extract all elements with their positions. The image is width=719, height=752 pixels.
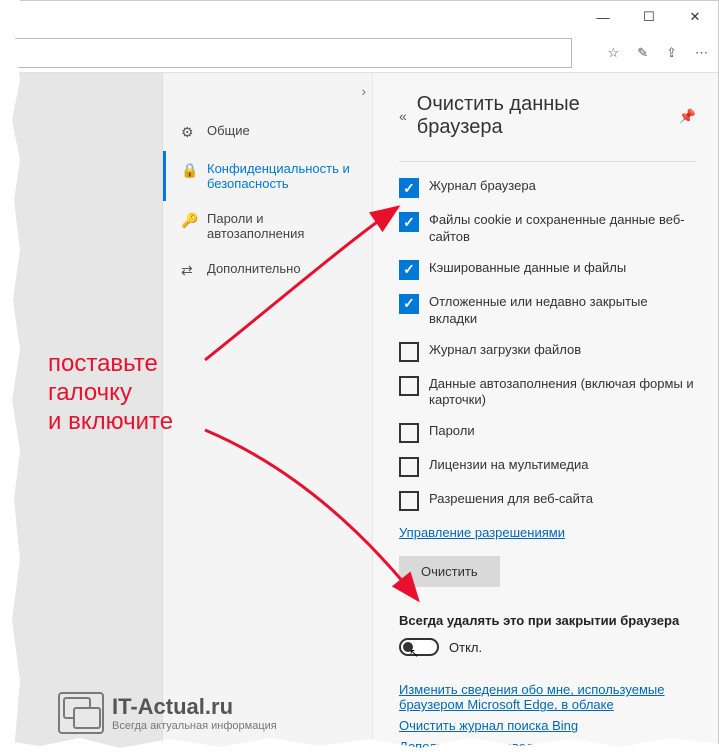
sidebar-item-label: Пароли и автозаполнения — [207, 211, 362, 241]
settings-sidebar: › ⚙ Общие 🔒 Конфиденциальность и безопас… — [163, 73, 373, 751]
sidebar-item-advanced[interactable]: ⇄ Дополнительно — [163, 251, 372, 289]
check-label: Журнал браузера — [429, 178, 536, 195]
divider — [399, 161, 696, 162]
check-row-site-permissions[interactable]: Разрешения для веб-сайта — [399, 491, 696, 511]
checkbox[interactable] — [399, 457, 419, 477]
check-label: Файлы cookie и сохраненные данные веб-са… — [429, 212, 696, 246]
nav-strip — [1, 73, 163, 751]
sidebar-item-label: Дополнительно — [207, 261, 301, 276]
checkbox[interactable] — [399, 491, 419, 511]
lock-icon: 🔒 — [181, 162, 197, 179]
check-row-media-licenses[interactable]: Лицензии на мультимедиа — [399, 457, 696, 477]
toolbar: ☆ ✎ ⇪ ⋯ — [1, 33, 718, 73]
minimize-button[interactable]: — — [580, 1, 626, 33]
sidebar-item-privacy[interactable]: 🔒 Конфиденциальность и безопасность — [163, 151, 372, 201]
always-clear-toggle-row: ↖ Откл. — [399, 638, 696, 656]
check-label: Разрешения для веб-сайта — [429, 491, 593, 508]
favorites-icon[interactable]: ☆ — [608, 45, 620, 61]
content: › ⚙ Общие 🔒 Конфиденциальность и безопас… — [1, 73, 718, 751]
check-row-browsing-history[interactable]: Журнал браузера — [399, 178, 696, 198]
panel-header: « Очистить данные браузера 📌 — [399, 93, 696, 139]
sidebar-item-label: Конфиденциальность и безопасность — [207, 161, 362, 191]
gear-icon: ⚙ — [181, 124, 197, 141]
check-row-autofill[interactable]: Данные автозаполнения (включая формы и к… — [399, 376, 696, 410]
checkbox[interactable] — [399, 178, 419, 198]
sidebar-item-label: Общие — [207, 123, 250, 138]
back-button[interactable]: « — [399, 108, 407, 124]
checkbox[interactable] — [399, 212, 419, 232]
checkbox[interactable] — [399, 342, 419, 362]
toggle-state-label: Откл. — [449, 640, 482, 655]
key-icon: 🔑 — [181, 212, 197, 229]
check-row-downloads[interactable]: Журнал загрузки файлов — [399, 342, 696, 362]
check-row-cached[interactable]: Кэшированные данные и файлы — [399, 260, 696, 280]
titlebar: — ☐ ✕ — [1, 1, 718, 33]
clear-data-panel: « Очистить данные браузера 📌 Журнал брау… — [373, 73, 718, 751]
checkbox[interactable] — [399, 376, 419, 396]
check-label: Лицензии на мультимедиа — [429, 457, 588, 474]
checkbox[interactable] — [399, 294, 419, 314]
checkbox[interactable] — [399, 423, 419, 443]
maximize-button[interactable]: ☐ — [626, 1, 672, 33]
always-clear-title: Всегда удалять это при закрытии браузера — [399, 613, 696, 628]
checkbox[interactable] — [399, 260, 419, 280]
pen-icon[interactable]: ✎ — [637, 45, 648, 61]
check-label: Отложенные или недавно закрытые вкладки — [429, 294, 696, 328]
clear-bing-link[interactable]: Очистить журнал поиска Bing — [399, 718, 696, 733]
change-info-link[interactable]: Изменить сведения обо мне, используемые … — [399, 682, 696, 712]
chevron-right-icon[interactable]: › — [361, 83, 366, 99]
sidebar-item-passwords[interactable]: 🔑 Пароли и автозаполнения — [163, 201, 372, 251]
share-icon[interactable]: ⇪ — [666, 45, 677, 61]
close-button[interactable]: ✕ — [672, 1, 718, 33]
sidebar-item-general[interactable]: ⚙ Общие — [163, 113, 372, 151]
check-row-cookies[interactable]: Файлы cookie и сохраненные данные веб-са… — [399, 212, 696, 246]
clear-data-checklist: Журнал браузера Файлы cookie и сохраненн… — [399, 178, 696, 511]
address-bar[interactable] — [0, 38, 572, 68]
sliders-icon: ⇄ — [181, 262, 197, 279]
check-row-tabs[interactable]: Отложенные или недавно закрытые вкладки — [399, 294, 696, 328]
browser-window: — ☐ ✕ ☆ ✎ ⇪ ⋯ › ⚙ Общие 🔒 Конфиденциальн… — [0, 0, 719, 752]
panel-title: Очистить данные браузера — [417, 93, 669, 139]
more-info-link[interactable]: Дополнительные сведения — [399, 739, 696, 751]
check-row-passwords[interactable]: Пароли — [399, 423, 696, 443]
check-label: Журнал загрузки файлов — [429, 342, 581, 359]
manage-permissions-link[interactable]: Управление разрешениями — [399, 525, 565, 540]
toggle-knob — [403, 642, 413, 652]
check-label: Кэшированные данные и файлы — [429, 260, 626, 277]
pin-icon[interactable]: 📌 — [679, 108, 696, 125]
always-clear-toggle[interactable]: ↖ — [399, 638, 439, 656]
more-icon[interactable]: ⋯ — [695, 45, 708, 61]
check-label: Пароли — [429, 423, 475, 440]
clear-button[interactable]: Очистить — [399, 556, 500, 587]
bottom-links: Изменить сведения обо мне, используемые … — [399, 682, 696, 751]
check-label: Данные автозаполнения (включая формы и к… — [429, 376, 696, 410]
